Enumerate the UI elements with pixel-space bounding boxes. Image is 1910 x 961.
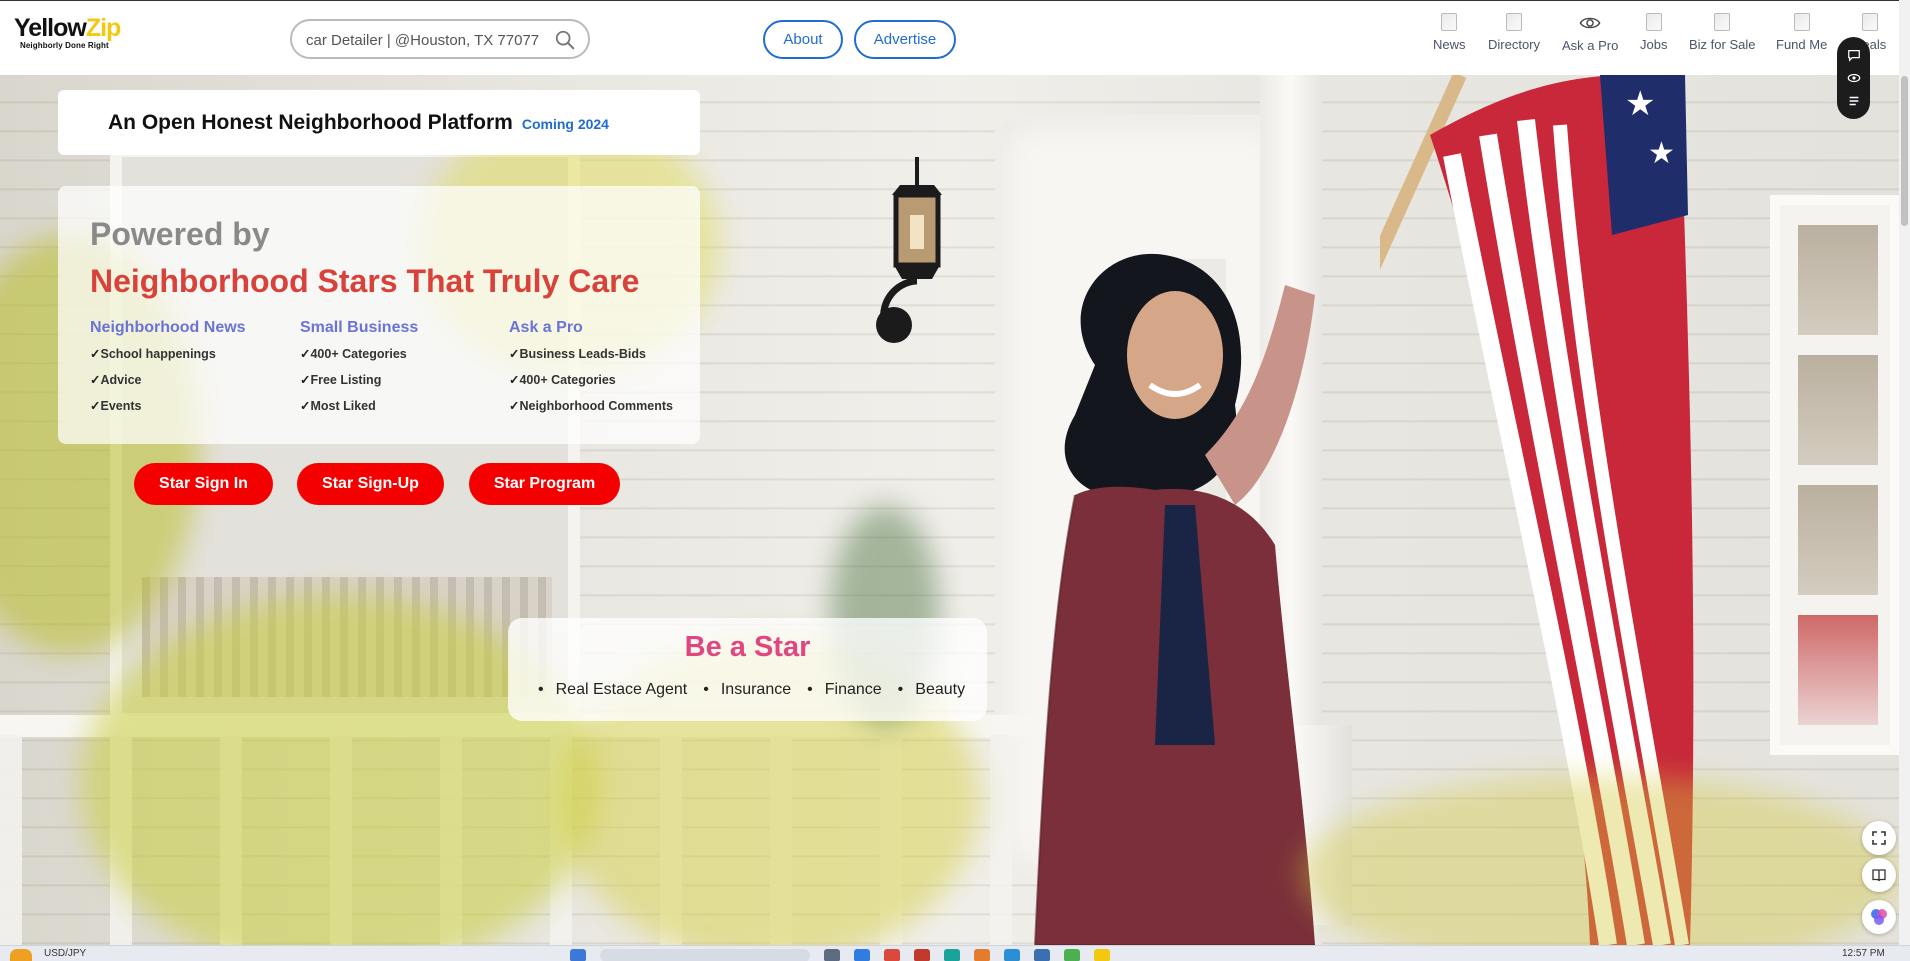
- logo-word-b: Zip: [85, 14, 121, 42]
- weather-icon[interactable]: [10, 949, 32, 961]
- platform-title-card: An Open Honest Neighborhood Platform Com…: [58, 90, 700, 155]
- search-icon[interactable]: [554, 29, 576, 51]
- star-category: Insurance: [703, 681, 791, 699]
- app-icon[interactable]: [824, 949, 840, 961]
- feature-item: School happenings: [90, 346, 246, 361]
- powered-by-card: Powered by Neighborhood Stars That Truly…: [58, 186, 700, 444]
- feature-item: 400+ Categories: [300, 346, 418, 361]
- platform-title: An Open Honest Neighborhood Platform: [108, 110, 513, 134]
- woman-photo: [1033, 253, 1315, 945]
- nav-directory[interactable]: Directory: [1488, 13, 1540, 63]
- clock-text: 12:57 PM: [1842, 948, 1885, 959]
- svg-text:★: ★: [1625, 84, 1655, 124]
- feature-column-ask-pro: Ask a Pro Business Leads-Bids 400+ Categ…: [509, 319, 673, 424]
- jobs-icon: [1645, 13, 1662, 31]
- star-categories: Real Estace Agent Insurance Finance Beau…: [538, 681, 981, 699]
- ticker-text[interactable]: USD/JPY: [44, 948, 86, 959]
- news-icon: [1441, 13, 1458, 31]
- search-bar: [290, 19, 590, 59]
- nav-label: Ask a Pro: [1562, 38, 1619, 53]
- house-window-right: [1770, 195, 1899, 755]
- feature-item: Events: [90, 398, 246, 413]
- app-icon[interactable]: [974, 949, 990, 961]
- nav-fund-me[interactable]: Fund Me: [1776, 13, 1827, 63]
- app-icon[interactable]: [1064, 949, 1080, 961]
- nav-label: Biz for Sale: [1689, 37, 1756, 52]
- coming-badge: Coming 2024: [521, 115, 609, 132]
- star-category: Real Estace Agent: [538, 681, 688, 699]
- list-icon[interactable]: [1847, 94, 1861, 108]
- be-a-star-card: Be a Star Real Estace Agent Insurance Fi…: [508, 618, 987, 721]
- feature-item: Free Listing: [300, 372, 418, 387]
- app-icon[interactable]: [1094, 949, 1110, 961]
- eye-icon: [1579, 17, 1601, 29]
- nav-jobs[interactable]: Jobs: [1640, 13, 1667, 63]
- powered-by-heading: Powered by: [90, 216, 270, 252]
- app-icon[interactable]: [884, 949, 900, 961]
- yellowzip-logo[interactable]: YellowZip Neighborly Done Right: [14, 14, 121, 59]
- book-icon[interactable]: [1862, 858, 1896, 892]
- app-icon[interactable]: [1034, 949, 1050, 961]
- deals-icon: [1861, 13, 1878, 31]
- svg-text:★: ★: [1648, 136, 1675, 171]
- nav-biz-for-sale[interactable]: Biz for Sale: [1689, 13, 1755, 63]
- os-taskbar: USD/JPY 12:57 PM: [0, 945, 1910, 961]
- nav-label: News: [1433, 37, 1466, 52]
- nav-ask-a-pro[interactable]: Ask a Pro: [1562, 13, 1618, 63]
- star-category: Beauty: [898, 681, 965, 699]
- app-icon[interactable]: [854, 949, 870, 961]
- nav-label: Jobs: [1640, 37, 1668, 52]
- feature-item: Most Liked: [300, 398, 418, 413]
- taskbar-apps: [570, 949, 1110, 961]
- start-icon[interactable]: [570, 949, 586, 961]
- logo-wordmark: YellowZip: [14, 14, 121, 42]
- feature-column-news: Neighborhood News School happenings Advi…: [90, 319, 246, 424]
- feature-column-business: Small Business 400+ Categories Free List…: [300, 319, 418, 424]
- stars-tagline: Neighborhood Stars That Truly Care: [90, 263, 640, 299]
- app-icon[interactable]: [1004, 949, 1020, 961]
- screenshot-icon[interactable]: [1862, 821, 1896, 855]
- about-button[interactable]: About: [763, 20, 843, 59]
- feature-item: Neighborhood Comments: [509, 398, 672, 413]
- column-heading: Ask a Pro: [509, 319, 583, 336]
- app-icon[interactable]: [914, 949, 930, 961]
- column-heading: Small Business: [300, 319, 419, 336]
- app-icon[interactable]: [944, 949, 960, 961]
- feature-item: Advice: [90, 372, 246, 387]
- feature-item: 400+ Categories: [509, 372, 673, 387]
- star-category: Finance: [807, 681, 882, 699]
- scrollbar-thumb[interactable]: [1901, 76, 1908, 226]
- assistant-icon[interactable]: [1862, 900, 1896, 934]
- column-heading: Neighborhood News: [90, 319, 246, 336]
- logo-tagline: Neighborly Done Right: [20, 41, 109, 50]
- fund-icon: [1793, 13, 1810, 31]
- directory-icon: [1506, 13, 1522, 31]
- nav-label: Fund Me: [1776, 37, 1828, 52]
- biz-icon: [1714, 13, 1731, 31]
- taskbar-search-icon[interactable]: [600, 949, 810, 961]
- feature-item: Business Leads-Bids: [509, 346, 673, 361]
- star-program-button[interactable]: Star Program: [469, 463, 620, 505]
- floating-toolbar: [1837, 37, 1870, 119]
- star-sign-up-button[interactable]: Star Sign-Up: [297, 463, 444, 505]
- chat-icon[interactable]: [1847, 48, 1861, 62]
- logo-word-a: Yellow: [14, 14, 87, 42]
- search-input[interactable]: [306, 29, 546, 51]
- advertise-button[interactable]: Advertise: [854, 20, 956, 59]
- be-a-star-title: Be a Star: [684, 631, 811, 663]
- star-sign-in-button[interactable]: Star Sign In: [134, 463, 273, 505]
- wall-lamp-image: [876, 157, 942, 343]
- top-header: YellowZip Neighborly Done Right About Ad…: [0, 0, 1910, 75]
- view-icon[interactable]: [1847, 71, 1861, 85]
- nav-label: Directory: [1488, 37, 1541, 52]
- page-scrollbar[interactable]: [1899, 0, 1910, 945]
- nav-news[interactable]: News: [1433, 13, 1466, 63]
